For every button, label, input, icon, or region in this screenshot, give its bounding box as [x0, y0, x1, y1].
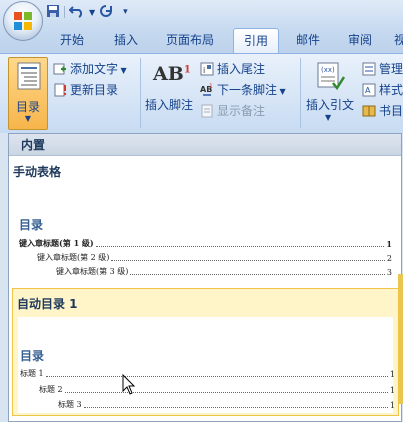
style-button[interactable]: A 样式: [362, 81, 403, 98]
style-icon: A: [362, 83, 376, 97]
gallery-item-title: 自动目录 1: [17, 297, 78, 311]
endnote-icon: i: [200, 62, 214, 76]
tab-home[interactable]: 开始: [50, 28, 94, 54]
tab-mailings[interactable]: 邮件: [288, 28, 328, 54]
group-separator: [300, 58, 301, 128]
tab-view[interactable]: 视: [390, 28, 403, 54]
toc-gallery-dropdown: 内置 手动表格 目录 键入章标题(第 1 级) 1 键入章标题(第 2 级) 2 键…: [8, 133, 403, 422]
save-icon[interactable]: [46, 4, 60, 21]
section-header-builtin: 内置: [9, 134, 401, 156]
toc-button[interactable]: 目录 ▼: [8, 57, 48, 130]
svg-text:1: 1: [209, 83, 213, 90]
chevron-down-icon: ▼: [325, 113, 332, 122]
tab-insert[interactable]: 插入: [104, 28, 148, 54]
toc-preview-line: 标题 11: [20, 369, 395, 379]
toc-preview-line: 标题 21: [39, 385, 395, 395]
undo-dropdown-icon[interactable]: ▼: [89, 8, 95, 17]
toc-preview-heading: 目录: [19, 218, 44, 232]
ribbon-tabs: 开始 插入 页面布局 引用 邮件 审阅 视: [0, 26, 403, 54]
update-toc-button[interactable]: 更新目录: [53, 81, 118, 98]
manage-icon: [362, 62, 376, 76]
toc-preview-line: 键入章标题(第 3 级) 3: [56, 267, 392, 277]
gallery-item-auto-toc-1[interactable]: 自动目录 1 目录 标题 11 标题 21 标题 31: [12, 288, 399, 416]
manage-sources-button[interactable]: 管理: [362, 60, 403, 77]
insert-citation-button[interactable]: (xx) 插入引文 ▼: [303, 59, 357, 129]
citation-icon: (xx): [317, 62, 345, 91]
bibliography-button[interactable]: 书目: [362, 102, 403, 119]
svg-text:A: A: [365, 86, 371, 95]
undo-icon[interactable]: [68, 4, 85, 21]
insert-footnote-button[interactable]: AB1 插入脚注: [143, 59, 197, 117]
next-footnote-icon: AB1: [200, 83, 213, 96]
show-notes-button[interactable]: 显示备注: [200, 102, 265, 119]
insert-endnote-button[interactable]: i 插入尾注: [200, 60, 265, 77]
toc-button-label: 目录: [15, 100, 40, 114]
add-text-icon: [53, 63, 66, 75]
ribbon-panel: 目录 ▼ 添加文字 ▼ 更新目录 AB1 插入脚注 i 插入尾注 AB 1 下一条脚注…: [0, 53, 403, 133]
add-text-button[interactable]: 添加文字 ▼: [53, 60, 127, 77]
tab-references[interactable]: 引用: [233, 28, 279, 54]
title-tab-area: ▼ ▾ 开始 插入 页面布局 引用 邮件 审阅 视: [0, 0, 403, 56]
group-separator: [140, 58, 141, 128]
svg-text:(xx): (xx): [321, 66, 335, 74]
show-notes-icon: [201, 104, 213, 118]
redo-icon[interactable]: [99, 4, 113, 21]
insert-footnote-label: 插入脚注: [145, 98, 194, 112]
toc-preview-line: 键入章标题(第 1 级) 1: [19, 238, 392, 249]
tab-review[interactable]: 审阅: [340, 28, 380, 54]
quick-access-toolbar: ▼ ▾: [46, 3, 128, 21]
update-toc-icon: [54, 83, 67, 97]
bibliography-icon: [362, 105, 376, 117]
footnote-icon: AB1: [153, 63, 191, 85]
tab-page-layout[interactable]: 页面布局: [158, 28, 222, 54]
toc-icon: [17, 62, 41, 90]
chevron-down-icon: ▼: [24, 114, 32, 123]
toc-preview-line: 标题 31: [58, 400, 395, 410]
gallery-item-title: 手动表格: [13, 165, 62, 179]
mouse-cursor-icon: [122, 374, 136, 395]
svg-text:i: i: [203, 66, 205, 75]
gallery-item-manual-table[interactable]: 手动表格 目录 键入章标题(第 1 级) 1 键入章标题(第 2 级) 2 键入章标…: [9, 157, 401, 283]
toc-preview-heading: 目录: [20, 349, 45, 363]
toc-preview-line: 键入章标题(第 2 级) 2: [37, 253, 392, 263]
insert-citation-label: 插入引文: [306, 98, 355, 112]
customize-qat-icon[interactable]: ▾: [123, 7, 128, 17]
next-footnote-button[interactable]: AB 1 下一条脚注 ▼: [200, 81, 286, 98]
